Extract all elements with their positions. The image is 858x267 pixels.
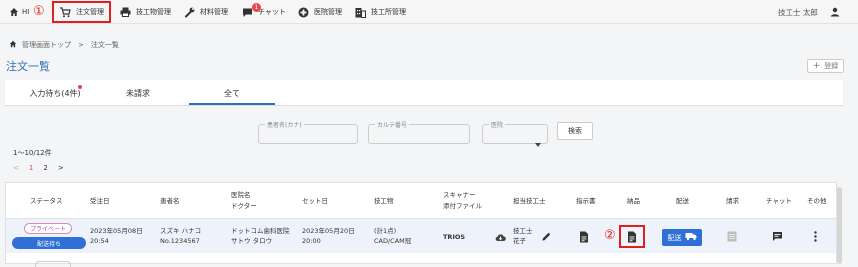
product-type: CAD/CAM冠 — [374, 237, 412, 245]
order-date: 2023年05月08日 — [90, 227, 143, 235]
private-tag: プライベート — [24, 223, 72, 234]
th-set-date: セット日 — [302, 197, 328, 205]
nav-home[interactable]: HI — [9, 0, 29, 24]
chart-number-input[interactable]: カルテ番号 — [368, 120, 470, 144]
search-button[interactable]: 検索 — [557, 122, 593, 140]
nav-clinic-management[interactable]: 医院管理 — [298, 0, 342, 24]
clinic-select-label: 医院 — [489, 120, 506, 129]
th-chat: チャット — [766, 197, 792, 205]
th-attachments: 添付ファイル — [443, 202, 482, 210]
ship-button[interactable]: 配送 — [662, 229, 702, 246]
home-icon[interactable] — [9, 40, 17, 50]
edit-pencil-icon[interactable] — [540, 230, 552, 242]
register-label: 登録 — [824, 62, 839, 70]
nav-material-label: 材料管理 — [200, 8, 228, 16]
patient-number: No.1234567 — [160, 237, 200, 245]
result-count: 1〜10/12件 — [13, 149, 52, 157]
nav-chat-label: チャット — [258, 8, 286, 16]
tab-unbilled[interactable]: 未請求 — [95, 80, 181, 106]
set-date: 2023年05月20日 — [302, 227, 355, 235]
pagination-page-1[interactable]: 1 — [29, 164, 33, 172]
table-header — [6, 183, 836, 219]
annotation-2: ② — [604, 228, 616, 243]
pagination-next[interactable]: > — [58, 164, 64, 172]
tab-pending-input[interactable]: 入力待ち(4件) — [5, 80, 105, 106]
page-title: 注文一覧 — [6, 60, 50, 73]
th-status: ステータス — [30, 197, 63, 205]
th-scanner: スキャナー — [443, 191, 476, 199]
pagination-page-2[interactable]: 2 — [43, 164, 47, 172]
clinic-name: ドットコム歯科医院 — [231, 227, 290, 235]
chart-number-label: カルテ番号 — [375, 120, 410, 129]
tab-active-indicator — [189, 103, 275, 105]
more-options-icon[interactable] — [811, 230, 819, 243]
product-count: (計1点) — [374, 227, 397, 235]
clinic-icon — [298, 7, 309, 18]
th-delivery-note: 納品 — [627, 197, 640, 205]
scanner-name: TRIOS — [443, 233, 466, 241]
tab-notification-dot — [78, 85, 82, 89]
th-doctor: ドクター — [231, 202, 257, 210]
register-button[interactable]: + 登録 — [807, 59, 844, 73]
top-navigation: HI ① 注文管理 技工物管理 材料管理 チャット 1 医院管理 技工所管理 技… — [0, 0, 858, 24]
patient-kana-label: 患者名(カナ) — [265, 120, 304, 129]
th-instructions: 指示書 — [576, 197, 596, 205]
th-shipping: 配送 — [676, 197, 689, 205]
breadcrumb-home[interactable]: 管理画面トップ — [22, 40, 71, 50]
set-time: 20:00 — [302, 237, 321, 245]
table-scrollbar[interactable] — [837, 187, 842, 264]
invoice-icon — [726, 230, 738, 243]
breadcrumb: 管理画面トップ > 注文一覧 — [9, 40, 119, 50]
th-billing: 請求 — [726, 197, 739, 205]
plus-icon: + — [812, 61, 821, 71]
chat-icon[interactable] — [771, 230, 783, 242]
building-icon — [355, 7, 366, 18]
doctor-name: サトウ タロウ — [231, 237, 273, 245]
patient-kana-input[interactable]: 患者名(カナ) — [258, 120, 358, 144]
pagination-prev[interactable]: < — [13, 164, 19, 172]
person-icon[interactable] — [830, 0, 840, 24]
th-patient: 患者名 — [160, 197, 180, 205]
nav-clinic-label: 医院管理 — [314, 8, 342, 16]
nav-lab-management[interactable]: 技工所管理 — [355, 0, 406, 24]
ship-label: 配送 — [667, 233, 682, 242]
th-technician: 担当技工士 — [513, 197, 546, 205]
technician-name: 花子 — [513, 237, 526, 245]
tabs: 入力待ち(4件) 未請求 全て — [5, 80, 843, 106]
nav-product-label: 技工物管理 — [136, 8, 171, 16]
nav-home-label: HI — [22, 8, 30, 16]
order-time: 20:54 — [90, 237, 109, 245]
th-other: その他 — [807, 197, 827, 205]
cloud-download-icon[interactable] — [494, 231, 506, 243]
dropdown-arrow-icon — [535, 132, 541, 151]
orders-table: ステータス 受注日 患者名 医院名 ドクター セット日 技工物 スキャナー 添付… — [5, 182, 837, 267]
pagination: < 1 2 > — [13, 164, 64, 172]
truck-icon — [685, 232, 697, 243]
nav-material-management[interactable]: 材料管理 — [184, 0, 228, 24]
printer-icon — [120, 7, 131, 17]
home-icon — [9, 7, 19, 17]
th-order-date: 受注日 — [90, 197, 110, 205]
next-row-tag — [35, 261, 71, 267]
th-clinic: 医院名 — [231, 191, 251, 199]
technician-role: 技工士 — [513, 227, 533, 235]
nav-lab-label: 技工所管理 — [371, 8, 406, 16]
annotation-1: ① — [33, 4, 45, 19]
user-name[interactable]: 技工士 太郎 — [778, 0, 818, 24]
nav-product-management[interactable]: 技工物管理 — [120, 0, 171, 24]
annotation-box-1 — [52, 1, 111, 23]
instruction-document-icon[interactable] — [578, 230, 590, 243]
status-badge[interactable]: 配送待ち — [12, 237, 86, 249]
patient-name: スズキ ハナコ — [160, 227, 202, 235]
wrench-icon — [184, 7, 195, 18]
table-row[interactable] — [6, 219, 836, 253]
breadcrumb-separator: > — [78, 41, 84, 49]
nav-chat[interactable]: チャット — [242, 0, 286, 24]
chat-badge: 1 — [252, 3, 261, 12]
delivery-note-icon[interactable] — [626, 230, 638, 243]
th-product: 技工物 — [374, 197, 394, 205]
clinic-select[interactable]: 医院 — [482, 120, 548, 147]
breadcrumb-current: 注文一覧 — [90, 41, 119, 49]
